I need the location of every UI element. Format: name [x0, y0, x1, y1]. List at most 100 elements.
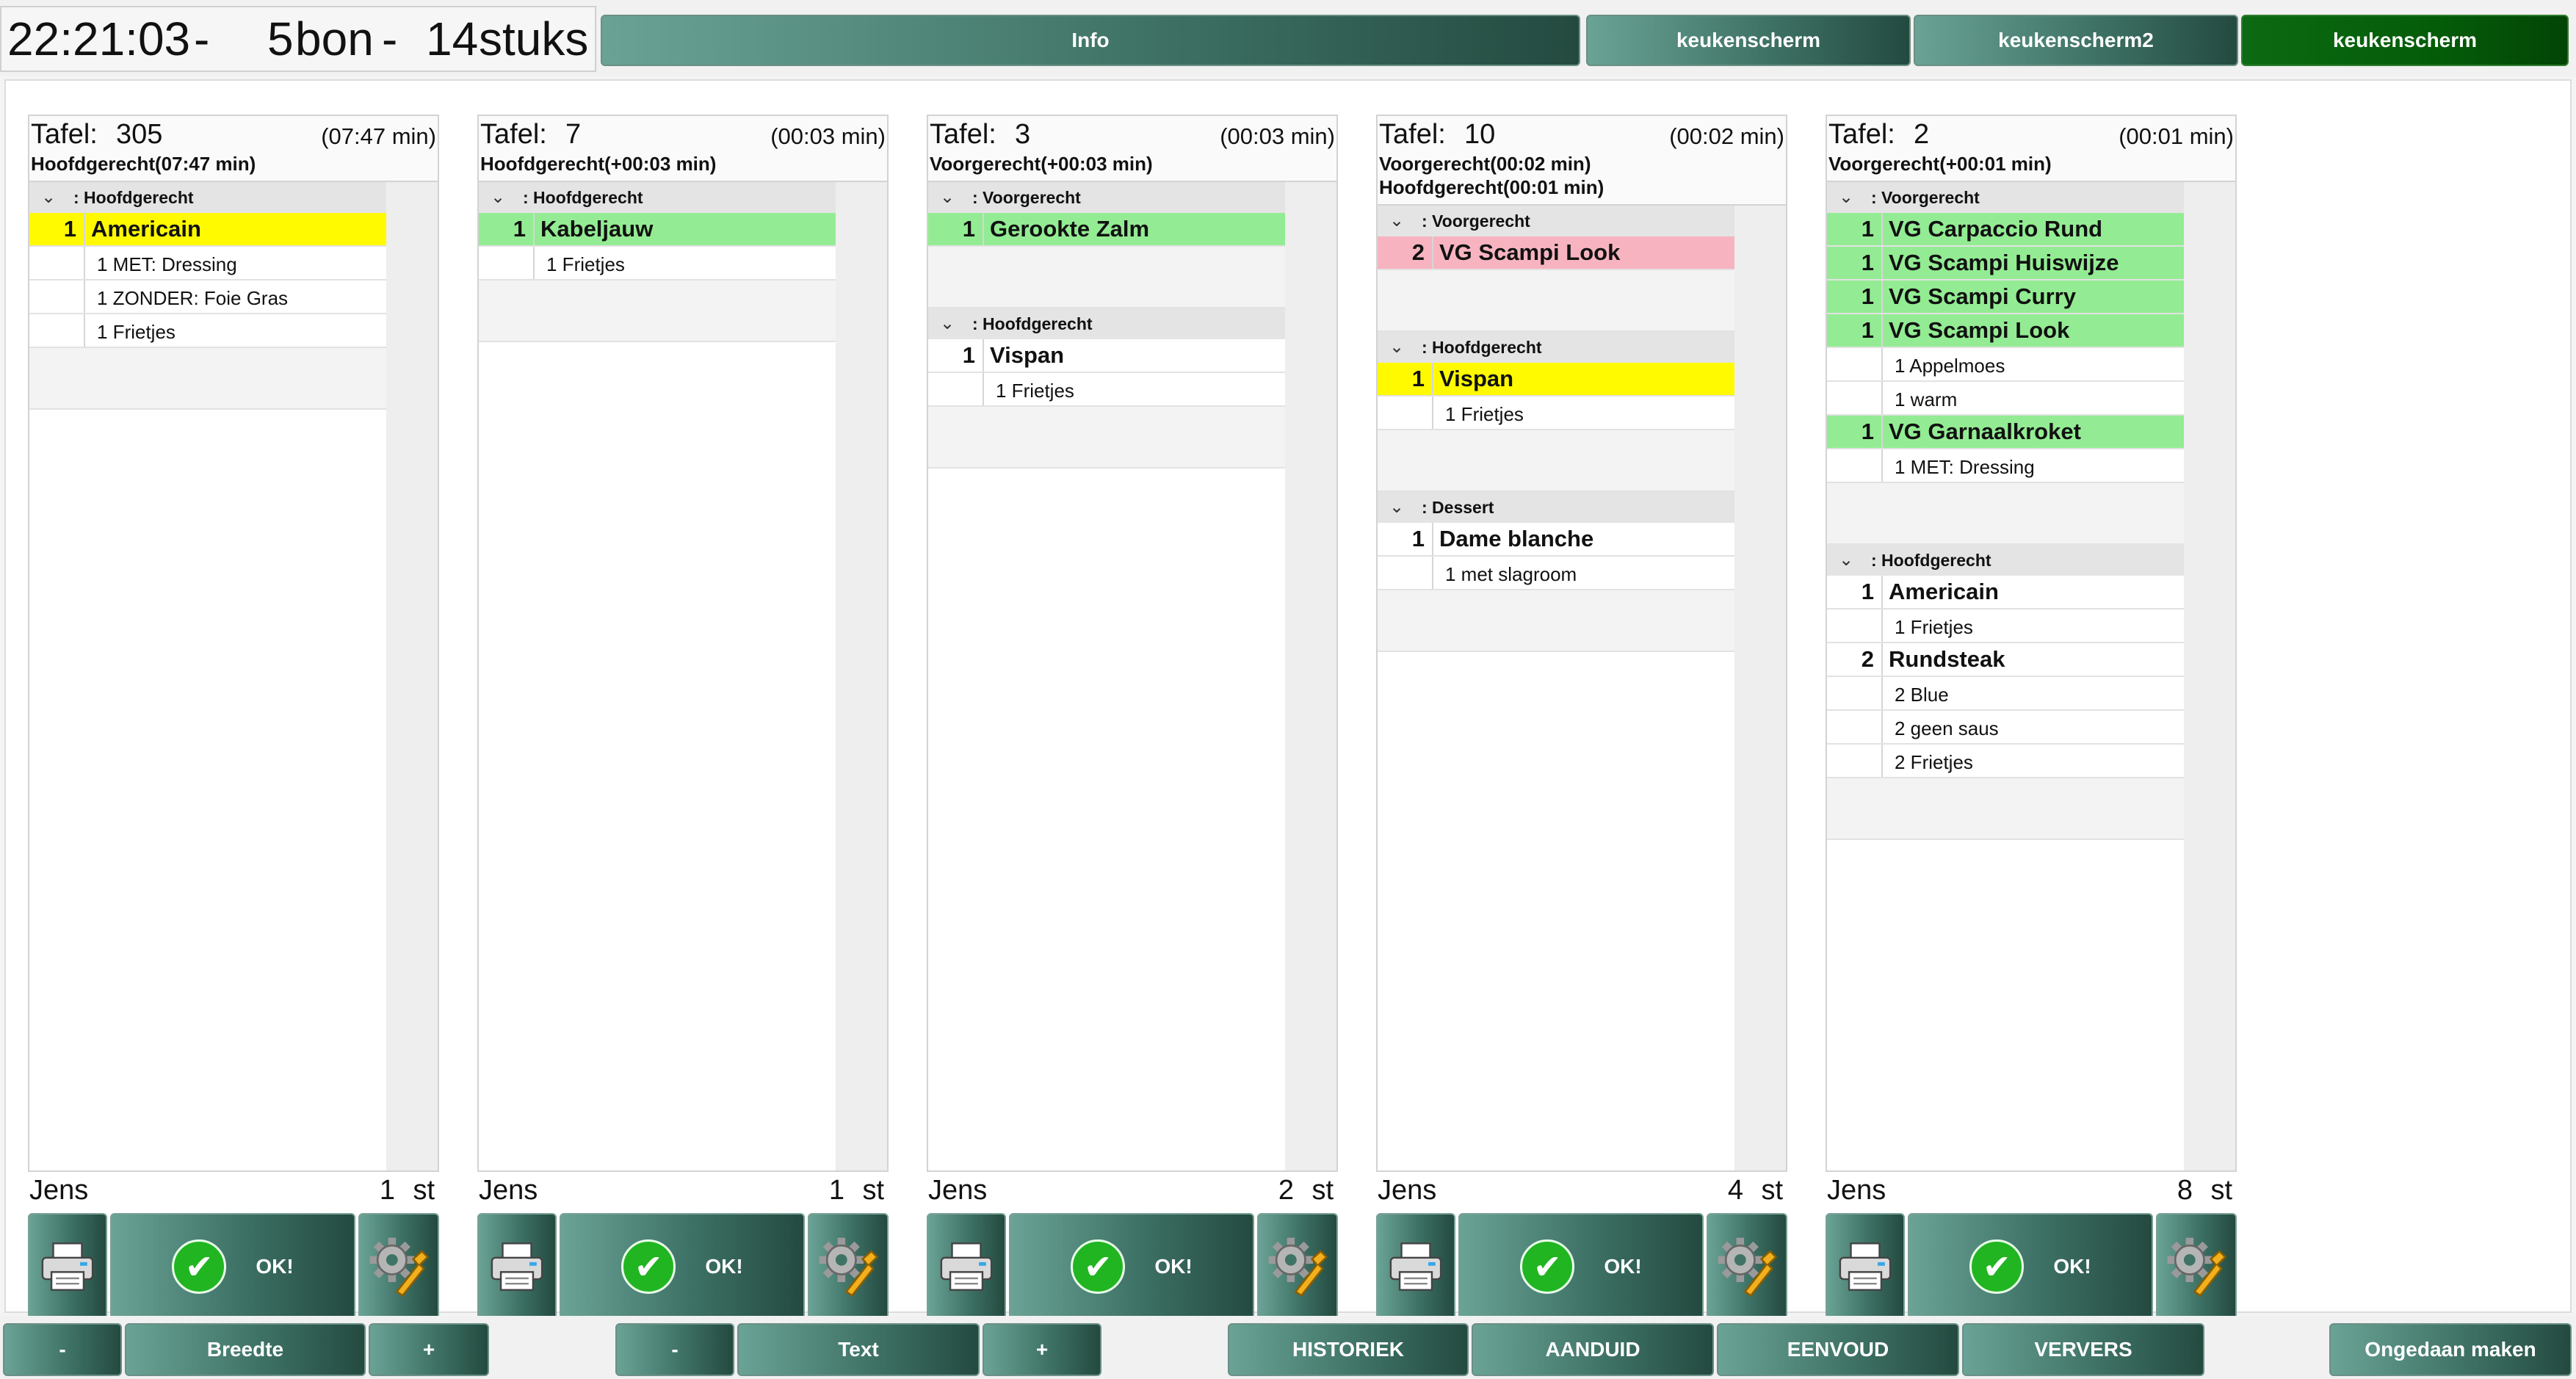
historiek-button[interactable]: HISTORIEK: [1228, 1323, 1469, 1376]
item-unit: st: [2210, 1175, 2232, 1206]
course-group-header[interactable]: ⌄: Voorgerecht: [928, 182, 1285, 213]
ok-button[interactable]: ✔ OK!: [110, 1213, 355, 1320]
scrollbar[interactable]: [1734, 206, 1786, 1170]
item-modifier[interactable]: 2 geen saus: [1827, 711, 2184, 745]
scrollbar[interactable]: [386, 182, 438, 1170]
elapsed-time: (07:47 min): [321, 123, 436, 149]
printer-icon: [940, 1242, 993, 1291]
keukenscherm-active-button[interactable]: keukenscherm: [2241, 15, 2569, 66]
ticket-footer: Jens 4 st: [1376, 1172, 1787, 1207]
ok-button[interactable]: ✔ OK!: [1009, 1213, 1254, 1320]
print-button[interactable]: [1376, 1213, 1455, 1320]
ververs-button[interactable]: VERVERS: [1962, 1323, 2204, 1376]
order-item[interactable]: 1 VG Garnaalkroket: [1827, 416, 2184, 449]
course-group-header[interactable]: ⌄: Hoofdgerecht: [479, 182, 836, 213]
item-modifier[interactable]: 1 MET: Dressing: [1827, 449, 2184, 483]
ok-button[interactable]: ✔ OK!: [1908, 1213, 2153, 1320]
print-button[interactable]: [927, 1213, 1006, 1320]
course-group-header[interactable]: ⌄: Hoofdgerecht: [29, 182, 386, 213]
settings-button[interactable]: [808, 1213, 889, 1320]
chevron-down-icon[interactable]: ⌄: [1389, 496, 1404, 518]
scrollbar[interactable]: [836, 182, 887, 1170]
ok-button[interactable]: ✔ OK!: [1458, 1213, 1704, 1320]
course-group-header[interactable]: ⌄: Hoofdgerecht: [1378, 332, 1734, 363]
item-quantity: 1: [1861, 317, 1874, 343]
settings-button[interactable]: [358, 1213, 439, 1320]
eenvoud-button[interactable]: EENVOUD: [1717, 1323, 1959, 1376]
item-modifier[interactable]: 1 MET: Dressing: [29, 247, 386, 280]
chevron-down-icon[interactable]: ⌄: [491, 187, 505, 208]
item-modifier[interactable]: 1 warm: [1827, 382, 2184, 416]
cell-divider: [84, 280, 85, 313]
item-modifier[interactable]: 1 Frietjes: [928, 373, 1285, 407]
ok-button[interactable]: ✔ OK!: [560, 1213, 805, 1320]
chevron-down-icon[interactable]: ⌄: [940, 313, 955, 334]
chevron-down-icon[interactable]: ⌄: [1389, 210, 1404, 231]
course-group-header[interactable]: ⌄: Dessert: [1378, 492, 1734, 523]
width-button[interactable]: Breedte: [125, 1323, 366, 1376]
order-item[interactable]: 1 Kabeljauw: [479, 213, 836, 247]
item-quantity: 1: [1861, 419, 1874, 444]
print-button[interactable]: [1826, 1213, 1905, 1320]
order-list: ⌄: Voorgerecht 1 Gerookte Zalm ⌄: Hoofdgere…: [927, 182, 1338, 1172]
item-unit: st: [1761, 1175, 1783, 1206]
bottom-bar: - Breedte + - Text + HISTORIEK AANDUID E…: [0, 1316, 2576, 1379]
settings-button[interactable]: [2156, 1213, 2237, 1320]
text-button[interactable]: Text: [737, 1323, 980, 1376]
order-item[interactable]: 1 Dame blanche: [1378, 523, 1734, 557]
cell-divider: [84, 247, 85, 279]
order-item[interactable]: 1 VG Scampi Huiswijze: [1827, 247, 2184, 280]
chevron-down-icon[interactable]: ⌄: [1839, 187, 1853, 208]
course-group-header[interactable]: ⌄: Voorgerecht: [1827, 182, 2184, 213]
tafel-label: Tafel:: [1379, 119, 1446, 150]
course-group-header[interactable]: ⌄: Hoofdgerecht: [1827, 545, 2184, 576]
item-modifier[interactable]: 2 Blue: [1827, 677, 2184, 711]
chevron-down-icon[interactable]: ⌄: [1389, 336, 1404, 358]
item-modifier[interactable]: 1 Frietjes: [29, 314, 386, 348]
order-item[interactable]: 2 VG Scampi Look: [1378, 236, 1734, 270]
order-item[interactable]: 1 Vispan: [1378, 363, 1734, 397]
aanduid-button[interactable]: AANDUID: [1472, 1323, 1714, 1376]
item-modifier[interactable]: 1 Frietjes: [1378, 397, 1734, 430]
cell-divider: [1881, 348, 1883, 380]
width-increase-button[interactable]: +: [369, 1323, 489, 1376]
order-item[interactable]: 1 VG Scampi Look: [1827, 314, 2184, 348]
chevron-down-icon[interactable]: ⌄: [1839, 549, 1853, 571]
tafel-label: Tafel:: [1828, 119, 1895, 150]
course-group-header[interactable]: ⌄: Voorgerecht: [1378, 206, 1734, 236]
order-item[interactable]: 1 Gerookte Zalm: [928, 213, 1285, 247]
undo-button[interactable]: Ongedaan maken: [2329, 1323, 2572, 1376]
chevron-down-icon[interactable]: ⌄: [940, 187, 955, 208]
order-item[interactable]: 1 Americain: [29, 213, 386, 247]
item-modifier[interactable]: 1 ZONDER: Foie Gras: [29, 280, 386, 314]
keukenscherm-button[interactable]: keukenscherm: [1586, 15, 1911, 66]
scrollbar[interactable]: [2184, 182, 2235, 1170]
settings-button[interactable]: [1707, 1213, 1787, 1320]
text-decrease-button[interactable]: -: [615, 1323, 734, 1376]
item-modifier[interactable]: 1 Appelmoes: [1827, 348, 2184, 382]
checkmark-icon: ✔: [1969, 1239, 2025, 1294]
order-list: ⌄: Hoofdgerecht 1 Kabeljauw 1 Frietjes: [477, 182, 889, 1172]
text-increase-button[interactable]: +: [983, 1323, 1101, 1376]
keukenscherm2-button[interactable]: keukenscherm2: [1914, 15, 2238, 66]
item-modifier[interactable]: 2 Frietjes: [1827, 745, 2184, 778]
item-modifier[interactable]: 1 met slagroom: [1378, 557, 1734, 590]
modifier-text: 1 MET: Dressing: [1895, 456, 2035, 478]
item-quantity: 1: [962, 342, 975, 368]
order-item[interactable]: 1 VG Scampi Curry: [1827, 280, 2184, 314]
item-modifier[interactable]: 1 Frietjes: [1827, 609, 2184, 643]
chevron-down-icon[interactable]: ⌄: [41, 187, 56, 208]
settings-button[interactable]: [1257, 1213, 1338, 1320]
item-name: VG Scampi Look: [1439, 239, 1621, 265]
info-button[interactable]: Info: [601, 15, 1580, 66]
print-button[interactable]: [28, 1213, 107, 1320]
order-item[interactable]: 1 VG Carpaccio Rund: [1827, 213, 2184, 247]
scrollbar[interactable]: [1285, 182, 1336, 1170]
course-group-header[interactable]: ⌄: Hoofdgerecht: [928, 308, 1285, 339]
order-item[interactable]: 1 Americain: [1827, 576, 2184, 609]
width-decrease-button[interactable]: -: [3, 1323, 122, 1376]
order-item[interactable]: 1 Vispan: [928, 339, 1285, 373]
item-modifier[interactable]: 1 Frietjes: [479, 247, 836, 280]
print-button[interactable]: [477, 1213, 557, 1320]
order-item[interactable]: 2 Rundsteak: [1827, 643, 2184, 677]
